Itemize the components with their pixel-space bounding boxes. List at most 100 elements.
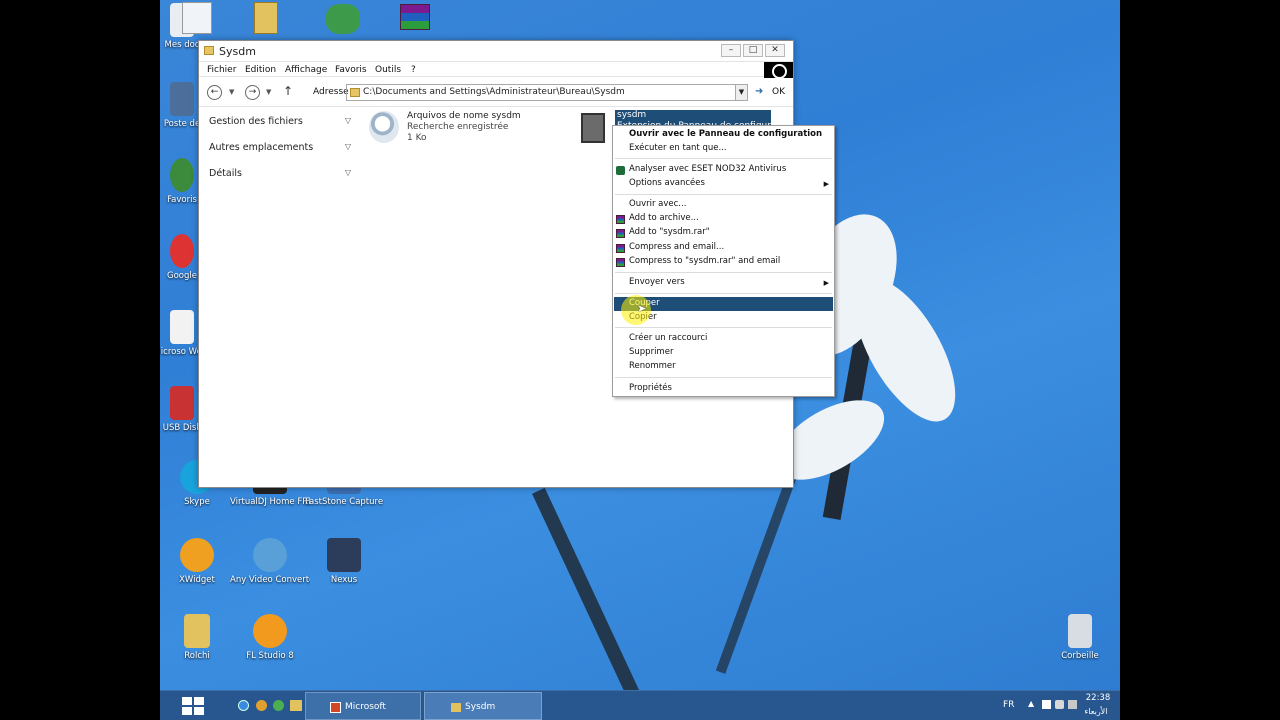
winrar-icon [616, 229, 625, 238]
menu-separator [615, 194, 832, 195]
ie-icon[interactable] [238, 700, 249, 711]
task-pane-file-management[interactable]: Gestion des fichiers ▽ [209, 116, 351, 127]
taskbar: Microsoft Power... Sysdm FR ▲ 22:38 الأر… [160, 690, 1120, 720]
computer-icon [170, 82, 194, 116]
desktop-icon-nexus[interactable]: Nexus [304, 538, 384, 586]
saved-search-icon [369, 111, 399, 143]
folder-icon [350, 88, 360, 97]
menu-item-properties[interactable]: Propriétés [629, 382, 672, 395]
menu-item-send-to[interactable]: Envoyer vers [629, 276, 685, 289]
menu-item-open-with[interactable]: Ouvrir avec... [629, 198, 686, 211]
back-history-dropdown[interactable]: ▼ [229, 88, 234, 96]
desktop-icon-recycle-bin[interactable]: Corbeille [1040, 614, 1120, 662]
video-converter-icon [253, 538, 287, 572]
speaker-icon[interactable] [1055, 700, 1064, 709]
address-value: C:\Documents and Settings\Administrateur… [363, 87, 625, 97]
task-pane-other-places[interactable]: Autres emplacements ▽ [209, 142, 351, 153]
window-title: Sysdm [219, 45, 256, 58]
menu-item-compress-rar-email[interactable]: Compress to "sysdm.rar" and email [629, 255, 780, 268]
maximize-button[interactable]: □ [743, 44, 763, 57]
document-icon[interactable] [182, 2, 212, 34]
menu-separator [615, 327, 832, 328]
menu-item-advanced-options[interactable]: Options avancées [629, 177, 705, 190]
go-arrow-icon[interactable]: ➜ [755, 86, 763, 97]
users-icon[interactable] [326, 4, 360, 34]
windows-logo-icon [182, 697, 192, 705]
nexus-icon [327, 538, 361, 572]
menu-item-compress-email[interactable]: Compress and email... [629, 241, 724, 254]
winrar-icon [616, 244, 625, 253]
address-field[interactable]: C:\Documents and Settings\Administrateur… [346, 84, 748, 101]
go-button[interactable]: OK [772, 87, 785, 97]
address-dropdown[interactable]: ▼ [735, 85, 747, 100]
taskbar-button-sysdm[interactable]: Sysdm [424, 692, 542, 720]
flstudio-icon [253, 614, 287, 648]
menu-fichier[interactable]: Fichier [207, 65, 236, 75]
forward-button[interactable]: → [245, 85, 260, 100]
letterbox-left [0, 0, 160, 720]
folder-icon [451, 703, 461, 712]
menu-item-eset-scan[interactable]: Analyser avec ESET NOD32 Antivirus [629, 163, 786, 176]
tray-expand-icon[interactable]: ▲ [1028, 699, 1034, 708]
usb-icon [170, 386, 194, 420]
menu-affichage[interactable]: Affichage [285, 65, 327, 75]
folder-icon[interactable] [290, 700, 302, 711]
menu-item-run-as[interactable]: Exécuter en tant que... [629, 142, 727, 155]
menu-item-add-to-archive[interactable]: Add to archive... [629, 212, 699, 225]
windows-logo-icon [764, 62, 793, 79]
desktop-icon-anyvideo[interactable]: Any Video Converter ... [230, 538, 310, 586]
menu-item-delete[interactable]: Supprimer [629, 346, 673, 359]
menu-item-create-shortcut[interactable]: Créer un raccourci [629, 332, 707, 345]
desktop-icon-xwidget[interactable]: XWidget [160, 538, 237, 586]
desktop: Mes doc Poste de Favoris Google Microso … [160, 0, 1120, 720]
eset-icon [616, 166, 625, 175]
address-bar: ← ▼ → ▼ ↑ Adresse C:\Documents and Setti… [199, 77, 793, 107]
context-menu: Ouvrir avec le Panneau de configuration … [612, 125, 835, 397]
network-icon[interactable] [1042, 700, 1051, 709]
menu-item-add-to-rar[interactable]: Add to "sysdm.rar" [629, 226, 710, 239]
menu-item-rename[interactable]: Renommer [629, 360, 676, 373]
taskbar-button-powerpoint[interactable]: Microsoft Power... [305, 692, 421, 720]
recycle-bin-icon [1068, 614, 1092, 648]
close-button[interactable]: ✕ [765, 44, 785, 57]
menu-help[interactable]: ? [411, 65, 416, 75]
desktop-icon-rolchi[interactable]: Rolchi [160, 614, 237, 662]
folder-icon [204, 46, 214, 55]
forward-history-dropdown[interactable]: ▼ [266, 88, 271, 96]
folder-icon[interactable] [254, 2, 278, 34]
cursor-highlight [621, 295, 651, 325]
mouse-cursor-icon: ➤ [637, 302, 647, 315]
menu-separator [615, 293, 832, 294]
menu-separator [615, 272, 832, 273]
up-folder-button[interactable]: ↑ [283, 84, 293, 98]
chrome-icon[interactable] [256, 700, 267, 711]
folder-icon [184, 614, 210, 648]
clock-time[interactable]: 22:38 [1078, 693, 1118, 703]
submenu-arrow-icon: ▶ [823, 180, 829, 188]
menu-bar: Fichier Edition Affichage Favoris Outils… [199, 61, 793, 79]
address-label: Adresse [313, 87, 349, 97]
menu-separator [615, 377, 832, 378]
control-panel-file-icon [581, 113, 605, 143]
minimize-button[interactable]: – [721, 44, 741, 57]
menu-edition[interactable]: Edition [245, 65, 276, 75]
chrome-icon [170, 234, 194, 268]
word-icon [170, 310, 194, 344]
desktop-icon-flstudio[interactable]: FL Studio 8 [230, 614, 310, 662]
title-bar[interactable]: Sysdm – □ ✕ [199, 41, 793, 61]
task-pane-details[interactable]: Détails ▽ [209, 168, 351, 179]
start-button[interactable] [182, 697, 204, 715]
powerpoint-icon [330, 702, 341, 713]
wallpaper-stem [532, 487, 642, 703]
letterbox-right [1120, 0, 1280, 720]
winrar-icon[interactable] [400, 4, 430, 30]
media-icon[interactable] [273, 700, 284, 711]
menu-outils[interactable]: Outils [375, 65, 401, 75]
menu-favoris[interactable]: Favoris [335, 65, 367, 75]
menu-item-open-control-panel[interactable]: Ouvrir avec le Panneau de configuration [629, 128, 822, 141]
back-button[interactable]: ← [207, 85, 222, 100]
language-indicator[interactable]: FR [1003, 700, 1014, 710]
menu-separator [615, 158, 832, 159]
chevron-down-icon: ▽ [344, 142, 351, 151]
winrar-icon [616, 215, 625, 224]
